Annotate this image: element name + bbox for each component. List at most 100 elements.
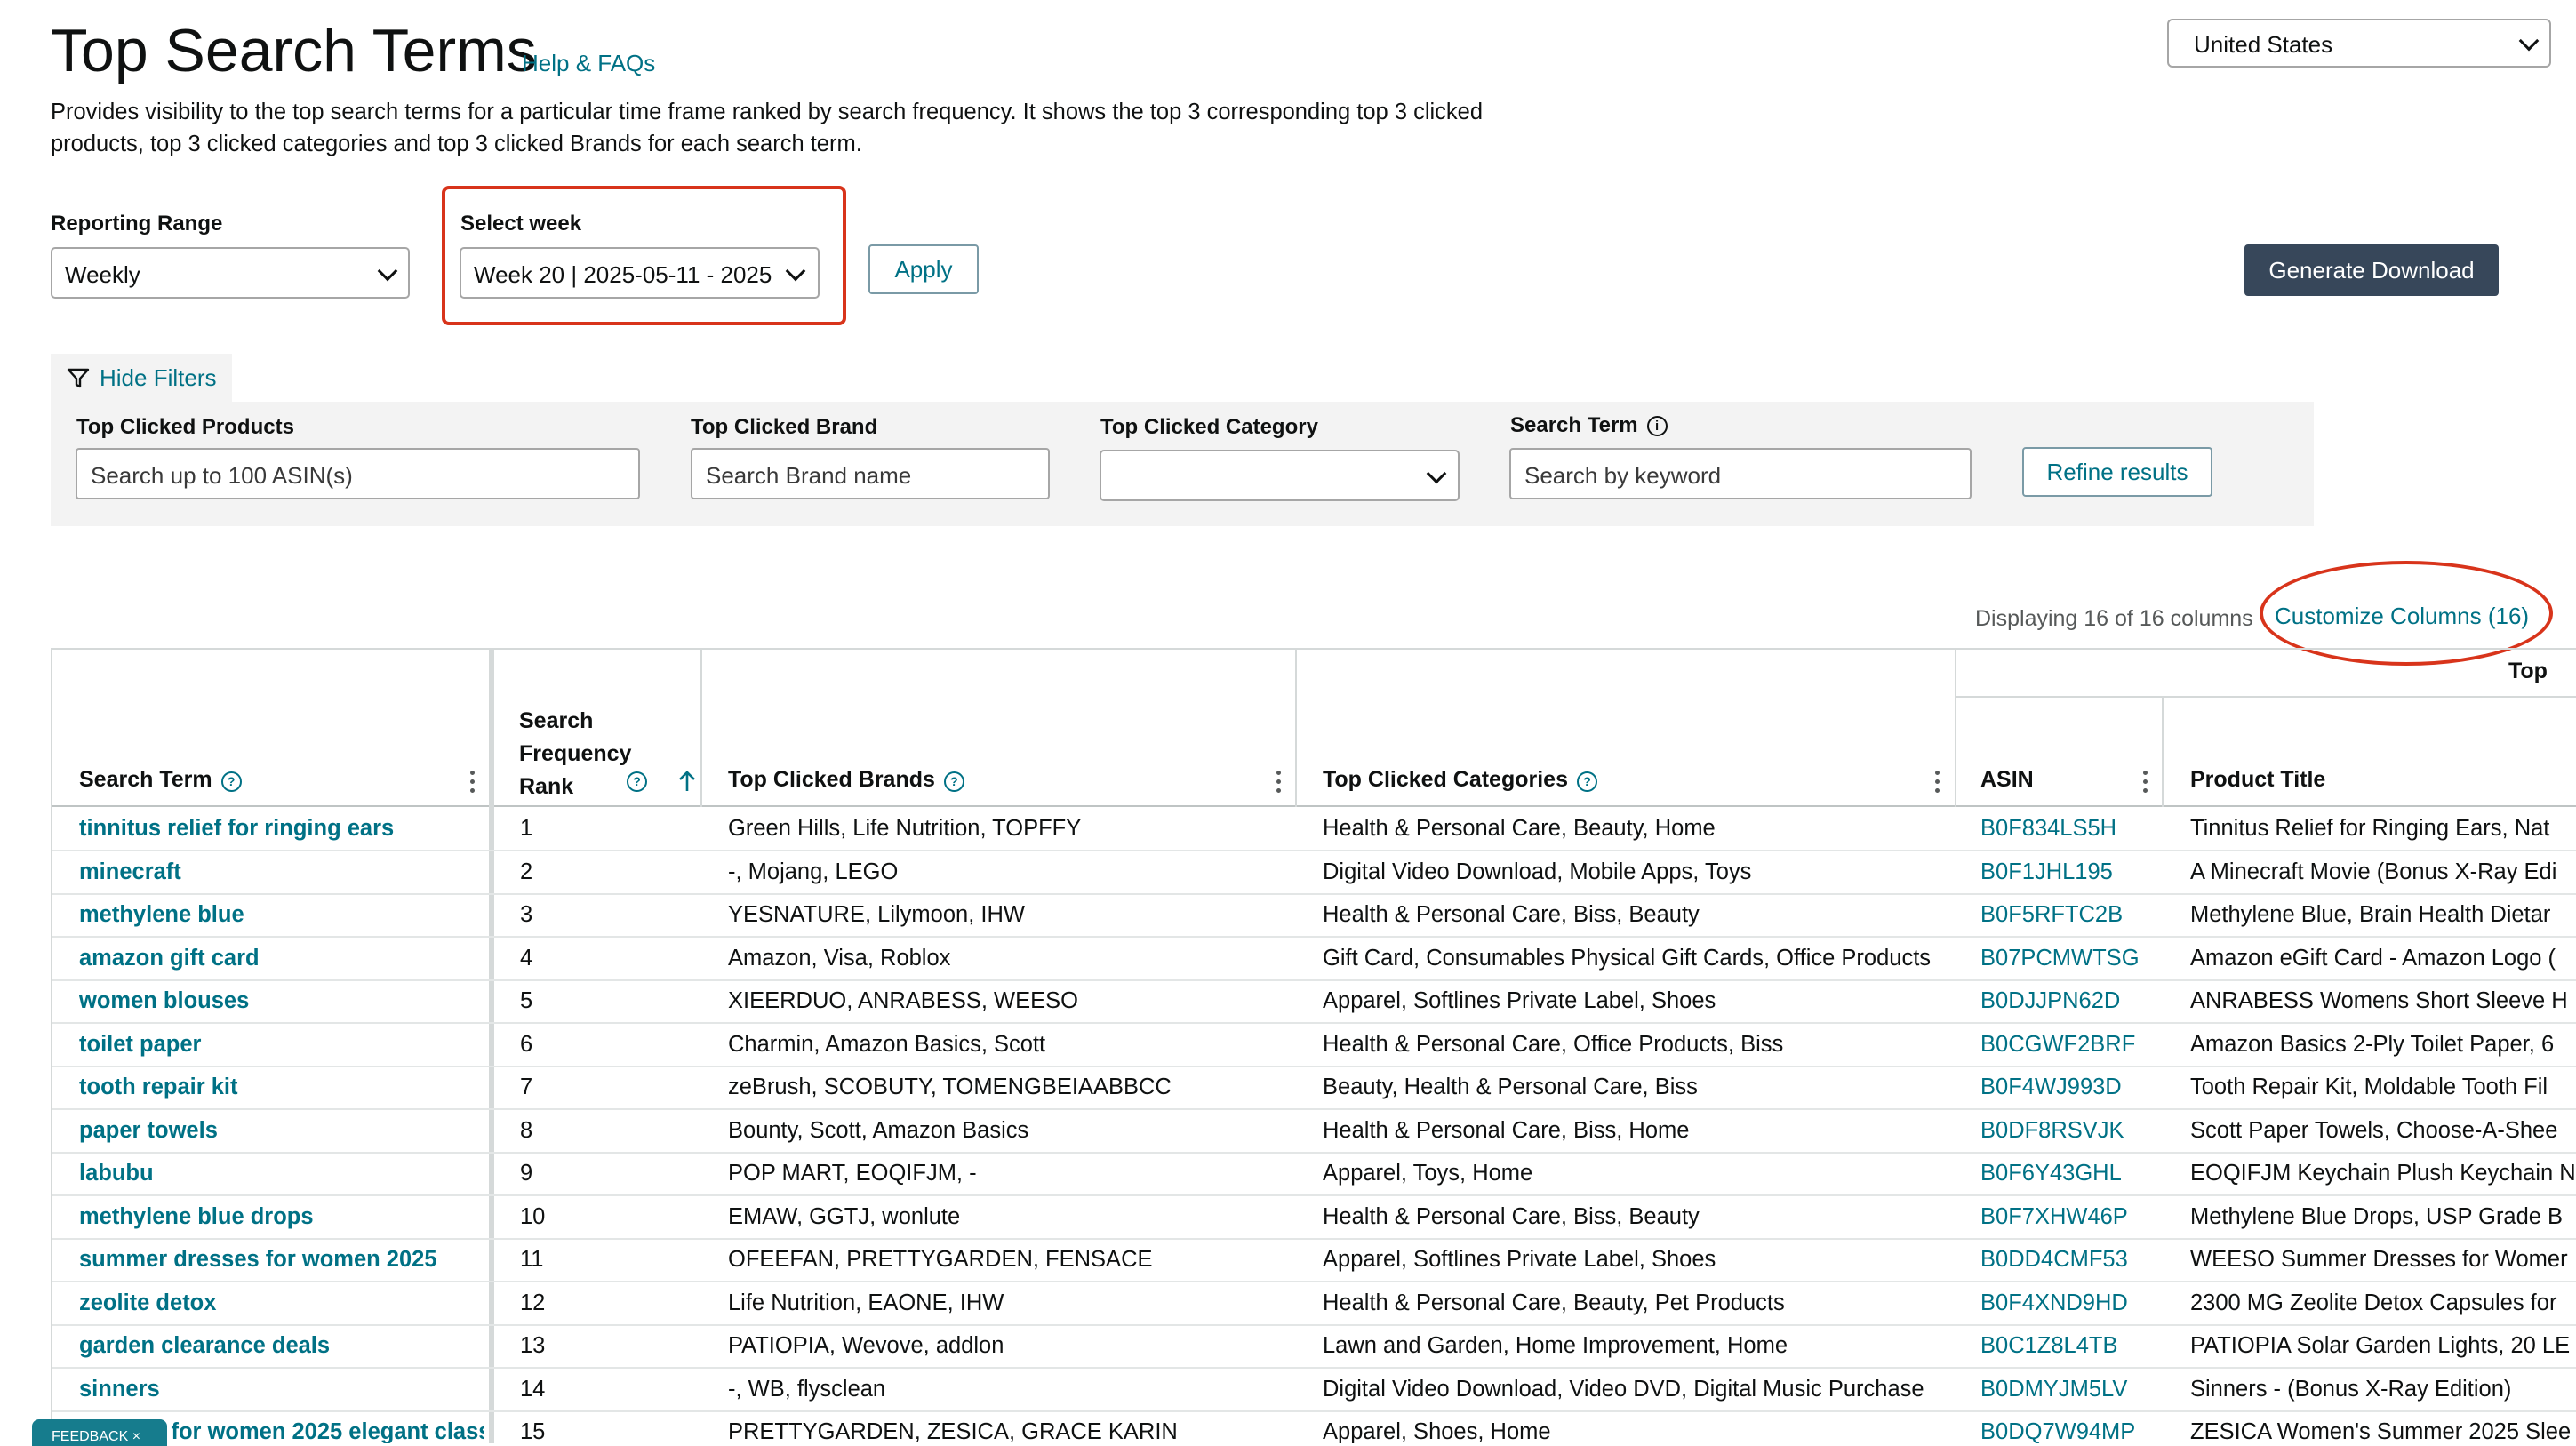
- search-frequency-rank: 8: [520, 1117, 533, 1143]
- asin-link[interactable]: B0F4WJ993D: [1980, 1075, 2158, 1100]
- search-term-link[interactable]: summer dresses for women 2025: [79, 1247, 484, 1273]
- col-header-search-frequency-rank[interactable]: Search Frequency Rank: [519, 705, 631, 803]
- col-header-top-clicked-categories[interactable]: Top Clicked Categories?: [1323, 767, 1597, 793]
- top-clicked-brands: Bounty, Scott, Amazon Basics: [728, 1117, 1029, 1143]
- search-frequency-rank: 10: [520, 1203, 546, 1229]
- search-frequency-rank: 2: [520, 859, 533, 884]
- help-icon[interactable]: ?: [627, 771, 647, 792]
- search-term-link[interactable]: women blouses: [79, 988, 484, 1014]
- sort-ascending-icon[interactable]: [677, 770, 697, 793]
- search-term-link[interactable]: labubu: [79, 1161, 484, 1186]
- help-icon[interactable]: ?: [1577, 771, 1597, 792]
- product-title: A Minecraft Movie (Bonus X-Ray Edi: [2190, 859, 2557, 884]
- top-clicked-categories: Apparel, Toys, Home: [1323, 1161, 1533, 1186]
- asin-link[interactable]: B0CGWF2BRF: [1980, 1032, 2158, 1058]
- product-title: 2300 MG Zeolite Detox Capsules for: [2190, 1290, 2557, 1315]
- table-row: labubu 9 POP MART, EOQIFJM, - Apparel, Toys…: [52, 1152, 2576, 1196]
- top-clicked-categories: Health & Personal Care, Biss, Home: [1323, 1117, 1690, 1143]
- search-term-placeholder: Search by keyword: [1524, 462, 1722, 489]
- search-term-filter-label-text: Search Term: [1510, 413, 1638, 437]
- column-menu-icon[interactable]: [1935, 771, 1940, 797]
- search-term-link[interactable]: toilet paper: [79, 1032, 484, 1058]
- help-icon[interactable]: ?: [220, 771, 242, 792]
- top-clicked-categories: Beauty, Health & Personal Care, Biss: [1323, 1075, 1698, 1099]
- info-icon[interactable]: i: [1646, 416, 1668, 436]
- reporting-range-value: Weekly: [65, 261, 140, 288]
- asin-link[interactable]: B0F1JHL195: [1980, 859, 2158, 885]
- hide-filters-toggle[interactable]: Hide Filters: [51, 354, 232, 403]
- search-frequency-rank: 14: [520, 1376, 546, 1402]
- top-clicked-categories: Lawn and Garden, Home Improvement, Home: [1323, 1333, 1788, 1358]
- chevron-down-icon: [2518, 30, 2540, 52]
- asin-link[interactable]: B0F7XHW46P: [1980, 1204, 2158, 1230]
- search-term-link[interactable]: methylene blue drops: [79, 1204, 484, 1230]
- refine-results-button[interactable]: Refine results: [2022, 447, 2212, 497]
- search-term-link[interactable]: amazon gift card: [79, 946, 484, 971]
- product-title: WEESO Summer Dresses for Womer: [2190, 1247, 2568, 1272]
- product-title: Methylene Blue Drops, USP Grade B: [2190, 1203, 2564, 1229]
- product-title: EOQIFJM Keychain Plush Keychain N: [2190, 1161, 2576, 1186]
- top-clicked-products-label: Top Clicked Products: [76, 415, 294, 439]
- column-menu-icon[interactable]: [1276, 771, 1282, 797]
- country-select[interactable]: United States: [2167, 19, 2551, 68]
- asin-link[interactable]: B0C1Z8L4TB: [1980, 1333, 2158, 1359]
- feedback-tab[interactable]: FEEDBACK ×: [32, 1419, 167, 1446]
- generate-download-button[interactable]: Generate Download: [2244, 244, 2499, 296]
- top-clicked-brands: -, Mojang, LEGO: [728, 859, 899, 884]
- column-menu-icon[interactable]: [470, 771, 476, 797]
- search-term-link[interactable]: garden clearance deals: [79, 1333, 484, 1359]
- search-frequency-rank: 3: [520, 902, 533, 927]
- column-divider: [2162, 696, 2164, 807]
- col-header-brands-label: Top Clicked Brands: [728, 767, 935, 792]
- top-clicked-brands: Amazon, Visa, Roblox: [728, 945, 951, 971]
- column-menu-icon[interactable]: [2143, 771, 2148, 797]
- top-clicked-categories: Digital Video Download, Mobile Apps, Toy…: [1323, 859, 1752, 884]
- asin-link[interactable]: B0DQ7W94MP: [1980, 1419, 2158, 1443]
- col-header-search-term[interactable]: Search Term?: [79, 767, 242, 793]
- asin-link[interactable]: B0F4XND9HD: [1980, 1290, 2158, 1316]
- top-clicked-categories: Apparel, Softlines Private Label, Shoes: [1323, 1247, 1716, 1272]
- search-term-link[interactable]: paper towels: [79, 1118, 484, 1144]
- search-frequency-rank: 6: [520, 1031, 533, 1057]
- top-clicked-brands: XIEERDUO, ANRABESS, WEESO: [728, 988, 1078, 1013]
- search-term-link[interactable]: sinners: [79, 1377, 484, 1402]
- asin-link[interactable]: B0F834LS5H: [1980, 816, 2158, 842]
- search-frequency-rank: 12: [520, 1290, 546, 1315]
- help-faqs-link[interactable]: Help & FAQs: [522, 50, 655, 77]
- product-title: PATIOPIA Solar Garden Lights, 20 LE: [2190, 1333, 2571, 1358]
- search-term-link[interactable]: minecraft: [79, 859, 484, 885]
- help-icon[interactable]: ?: [943, 771, 964, 792]
- top-clicked-categories: Health & Personal Care, Beauty, Pet Prod…: [1323, 1290, 1785, 1315]
- asin-link[interactable]: B0F6Y43GHL: [1980, 1161, 2158, 1186]
- select-week-select[interactable]: Week 20 | 2025-05-11 - 2025: [460, 247, 820, 299]
- asin-link[interactable]: B0DJJPN62D: [1980, 988, 2158, 1014]
- search-term-link[interactable]: zeolite detox: [79, 1290, 484, 1316]
- table-row: sinners 14 -, WB, flysclean Digital Video D…: [52, 1368, 2576, 1412]
- top-clicked-category-select[interactable]: [1100, 450, 1460, 501]
- col-header-asin[interactable]: ASIN: [1980, 767, 2034, 793]
- select-week-value: Week 20 | 2025-05-11 - 2025: [474, 261, 772, 288]
- apply-button[interactable]: Apply: [868, 244, 979, 294]
- asin-link[interactable]: B07PCMWTSG: [1980, 946, 2158, 971]
- top-clicked-categories: Apparel, Softlines Private Label, Shoes: [1323, 988, 1716, 1013]
- search-frequency-rank: 1: [520, 816, 533, 841]
- asin-link[interactable]: B0DF8RSVJK: [1980, 1118, 2158, 1144]
- top-clicked-products-input[interactable]: Search up to 100 ASIN(s): [76, 448, 640, 499]
- asin-link[interactable]: B0DD4CMF53: [1980, 1247, 2158, 1273]
- product-title: Amazon Basics 2-Ply Toilet Paper, 6: [2190, 1031, 2555, 1057]
- table-row: zeolite detox 12 Life Nutrition, EAONE, IH…: [52, 1282, 2576, 1326]
- top-clicked-brand-input[interactable]: Search Brand name: [691, 448, 1050, 499]
- col-header-product-title[interactable]: Product Title: [2190, 767, 2325, 793]
- col-header-rank-line3: Rank: [519, 774, 574, 799]
- asin-link[interactable]: B0DMYJM5LV: [1980, 1377, 2158, 1402]
- top-clicked-brands: zeBrush, SCOBUTY, TOMENGBEIAABBCC: [728, 1075, 1172, 1099]
- search-frequency-rank: 4: [520, 945, 533, 971]
- search-term-link[interactable]: tinnitus relief for ringing ears: [79, 816, 484, 842]
- reporting-range-select[interactable]: Weekly: [51, 247, 410, 299]
- search-term-link[interactable]: tooth repair kit: [79, 1075, 484, 1100]
- col-header-top-clicked-brands[interactable]: Top Clicked Brands?: [728, 767, 964, 793]
- column-display-count: Displaying 16 of 16 columns: [1975, 606, 2253, 631]
- search-term-input[interactable]: Search by keyword: [1509, 448, 1972, 499]
- asin-link[interactable]: B0F5RFTC2B: [1980, 902, 2158, 928]
- search-term-link[interactable]: methylene blue: [79, 902, 484, 928]
